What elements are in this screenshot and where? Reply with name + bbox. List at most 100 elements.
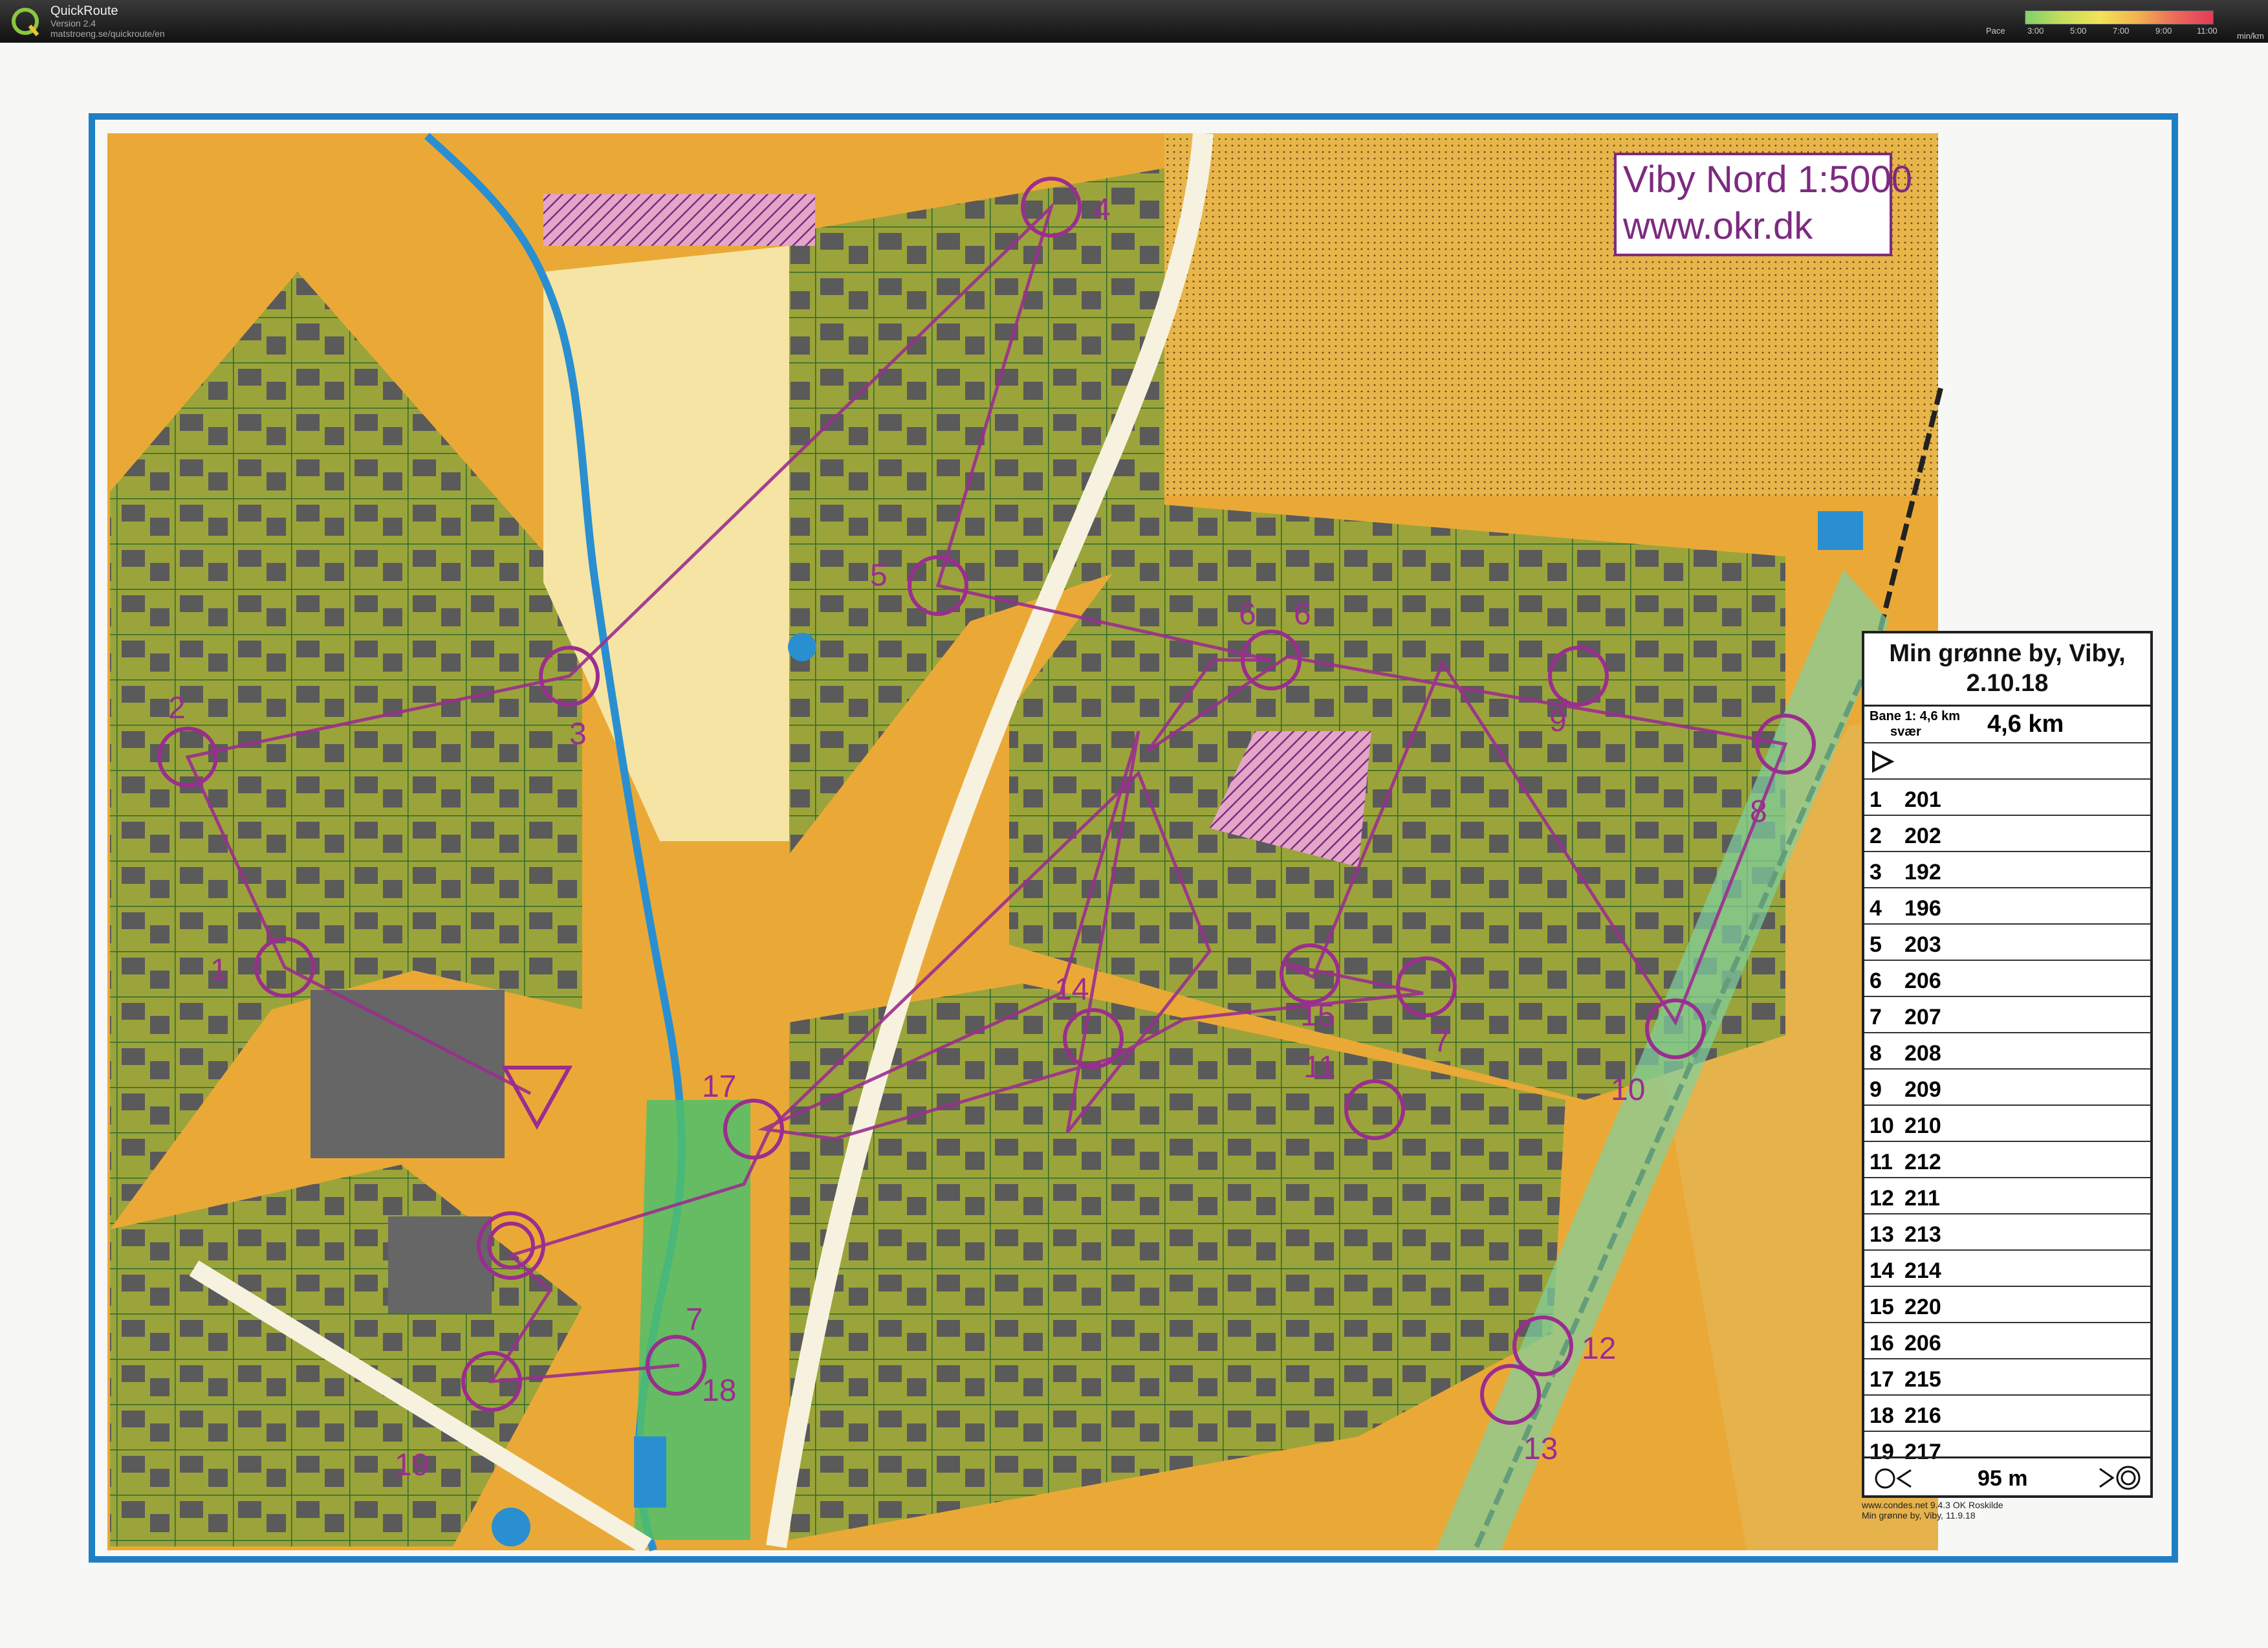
finish-start-symbol-icon xyxy=(1875,1468,1912,1489)
cd-number: 4 xyxy=(1870,896,1882,921)
cd-number: 14 xyxy=(1870,1258,1894,1283)
control-number: 14 xyxy=(1054,972,1089,1007)
control-number: 10 xyxy=(1611,1073,1645,1107)
cd-row: 12 211 xyxy=(1864,1177,2150,1214)
cd-code: 196 xyxy=(1904,896,1941,921)
cd-code: 192 xyxy=(1904,860,1941,884)
pace-tick: 9:00 xyxy=(2155,26,2172,36)
cd-course-name: Bane 1: 4,6 km xyxy=(1870,709,1961,723)
cd-event-date: 2.10.18 xyxy=(1966,670,2049,697)
map-title: Viby Nord 1:5000 xyxy=(1623,159,1913,201)
cd-number: 17 xyxy=(1870,1367,1894,1392)
cd-start-row xyxy=(1864,742,2150,780)
pace-legend: Pace 3:00 5:00 7:00 9:00 11:00 min/km xyxy=(1986,5,2264,41)
cd-row: 8 208 xyxy=(1864,1032,2150,1070)
control-number: 1 xyxy=(210,953,228,987)
app-titlebar: QuickRoute Version 2.4 matstroeng.se/qui… xyxy=(0,0,2268,43)
finish-symbol-icon xyxy=(2099,1466,2141,1490)
cd-row: 18 216 xyxy=(1864,1394,2150,1432)
control-number: 4 xyxy=(1093,193,1111,227)
cd-number: 15 xyxy=(1870,1295,1894,1319)
pace-tick: 7:00 xyxy=(2113,26,2130,36)
control-number: 18 xyxy=(702,1374,736,1408)
control-number: 6 xyxy=(1239,597,1256,632)
control-number: 5 xyxy=(870,558,888,593)
cd-row: 10 210 xyxy=(1864,1104,2150,1142)
cd-number: 18 xyxy=(1870,1403,1894,1428)
cd-difficulty: svær xyxy=(1890,725,1921,739)
cd-course-row: Bane 1: 4,6 km svær 4,6 km xyxy=(1864,705,2150,744)
cd-footer-event: Min grønne by, Viby, 11.9.18 xyxy=(1862,1510,1976,1521)
school-building xyxy=(388,1216,492,1313)
cd-row: 1 201 xyxy=(1864,778,2150,816)
control-number: 7 xyxy=(686,1302,703,1337)
cd-code: 213 xyxy=(1904,1222,1941,1247)
club-website: www.okr.dk xyxy=(1623,205,1813,247)
control-number: 3 xyxy=(569,717,587,751)
control-number: 13 xyxy=(1523,1432,1558,1466)
cd-event-name: Min grønne by, Viby, xyxy=(1889,640,2126,667)
cd-number: 16 xyxy=(1870,1331,1894,1356)
cd-code: 216 xyxy=(1904,1403,1941,1428)
start-symbol-icon xyxy=(1872,750,1894,773)
cd-finish-row: 95 m xyxy=(1864,1456,2150,1497)
pace-tick: 5:00 xyxy=(2070,26,2087,36)
pace-tick: 3:00 xyxy=(2027,26,2044,36)
cd-number: 12 xyxy=(1870,1186,1894,1211)
cd-code: 206 xyxy=(1904,1331,1941,1356)
cd-footer: www.condes.net 9.4.3 OK Roskilde Min grø… xyxy=(1862,1500,2003,1521)
pace-tick: 11:00 xyxy=(2197,26,2218,36)
pond xyxy=(788,633,816,661)
cd-length: 4,6 km xyxy=(1987,710,2064,738)
cd-code: 215 xyxy=(1904,1367,1941,1392)
app-version: Version 2.4 xyxy=(50,18,96,28)
cd-code: 210 xyxy=(1904,1114,1941,1138)
cd-row: 16 206 xyxy=(1864,1322,2150,1359)
control-number: 8 xyxy=(1750,795,1767,829)
cd-number: 8 xyxy=(1870,1041,1882,1066)
control-description-sheet: Min grønne by, Viby, 2.10.18 Bane 1: 4,6… xyxy=(1862,631,2153,1498)
cd-row: 7 207 xyxy=(1864,996,2150,1033)
cd-row: 2 202 xyxy=(1864,815,2150,852)
pace-label: Pace xyxy=(1986,26,2005,36)
app-name: QuickRoute xyxy=(50,4,118,18)
pace-unit: min/km xyxy=(2237,31,2264,41)
cd-number: 10 xyxy=(1870,1114,1894,1138)
cd-event-title: Min grønne by, Viby, 2.10.18 xyxy=(1864,639,2150,698)
cd-number: 6 xyxy=(1870,969,1882,993)
cd-footer-software: www.condes.net 9.4.3 OK Roskilde xyxy=(1862,1500,2003,1510)
out-of-bounds-strip xyxy=(543,194,815,246)
quickroute-logo-icon xyxy=(12,8,39,36)
cd-number: 9 xyxy=(1870,1077,1882,1102)
control-number: 9 xyxy=(1549,704,1567,738)
app-url[interactable]: matstroeng.se/quickroute/en xyxy=(50,28,165,39)
cd-number: 7 xyxy=(1870,1005,1882,1029)
pond xyxy=(1818,511,1863,550)
cd-code: 207 xyxy=(1904,1005,1941,1029)
cd-number: 13 xyxy=(1870,1222,1894,1247)
cd-code: 208 xyxy=(1904,1041,1941,1066)
cd-code: 206 xyxy=(1904,969,1941,993)
pond xyxy=(492,1508,530,1546)
cd-row: 14 214 xyxy=(1864,1249,2150,1287)
cd-code: 211 xyxy=(1904,1186,1940,1211)
cd-row: 13 213 xyxy=(1864,1213,2150,1251)
cd-code: 202 xyxy=(1904,824,1941,848)
cd-row: 3 192 xyxy=(1864,851,2150,888)
cd-code: 212 xyxy=(1904,1150,1941,1174)
cd-code: 214 xyxy=(1904,1258,1941,1283)
cd-number: 3 xyxy=(1870,860,1882,884)
cd-number: 5 xyxy=(1870,932,1882,957)
pace-color-scale xyxy=(2025,10,2214,25)
control-number: 19 xyxy=(395,1448,429,1482)
cd-row: 17 215 xyxy=(1864,1358,2150,1396)
control-number: 11 xyxy=(1303,1050,1336,1084)
map-title-box: Viby Nord 1:5000 www.okr.dk xyxy=(1614,153,1912,256)
control-number: 6 xyxy=(1294,597,1311,632)
cd-code: 203 xyxy=(1904,932,1941,957)
school-building xyxy=(311,990,505,1158)
control-number: 2 xyxy=(168,691,186,725)
cd-row: 4 196 xyxy=(1864,887,2150,925)
cd-row: 15 220 xyxy=(1864,1286,2150,1323)
control-number: 17 xyxy=(702,1070,736,1104)
